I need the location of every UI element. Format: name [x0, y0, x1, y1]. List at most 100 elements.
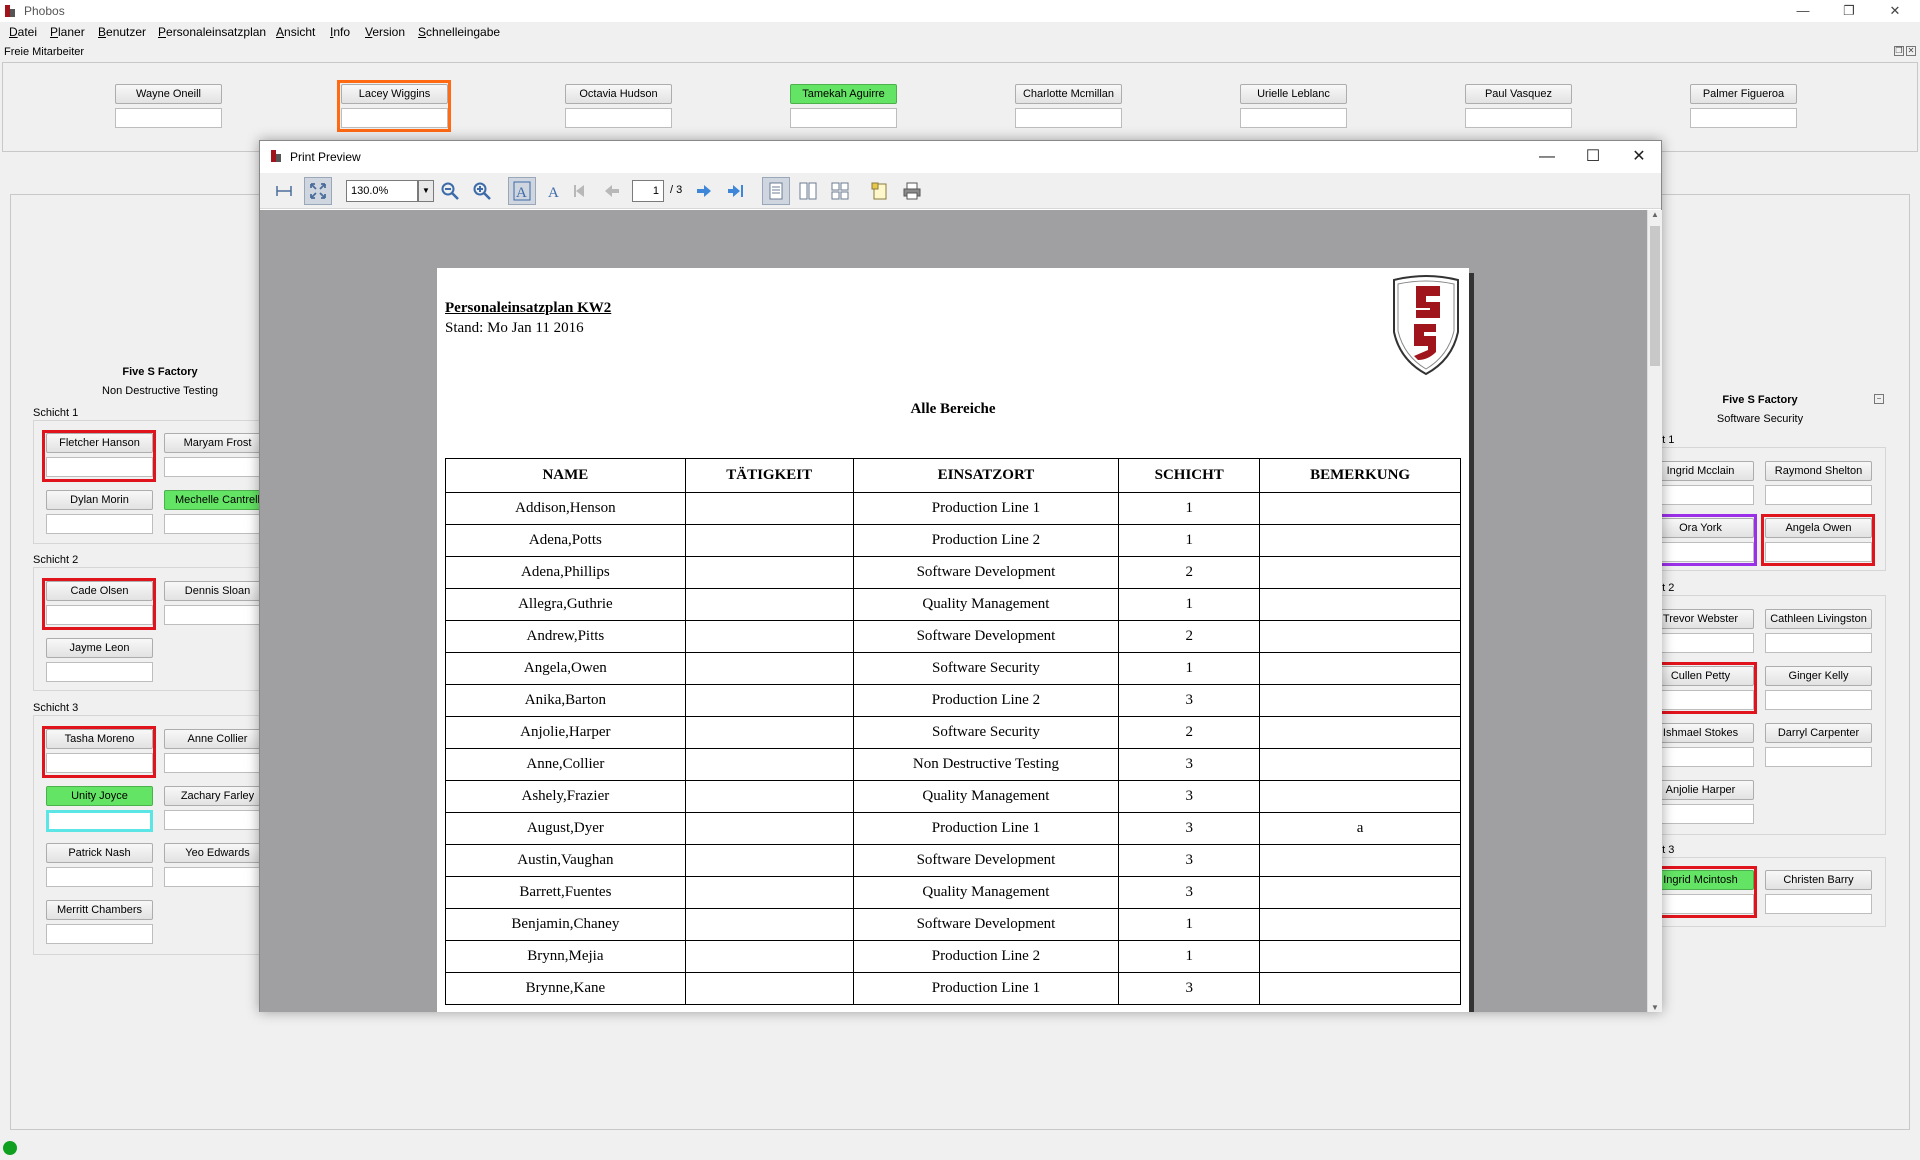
employee-field[interactable]: [46, 867, 153, 887]
employee-button[interactable]: Darryl Carpenter: [1765, 723, 1872, 743]
close-button[interactable]: ✕: [1619, 145, 1659, 169]
employee-field[interactable]: [1690, 108, 1797, 128]
employee-button[interactable]: Trevor Webster: [1647, 609, 1754, 629]
menu-datei[interactable]: Datei: [9, 25, 37, 39]
page-setup-button[interactable]: [866, 177, 894, 205]
employee-button[interactable]: Merritt Chambers: [46, 900, 153, 920]
scroll-up-icon[interactable]: ▲: [1651, 210, 1659, 219]
employee-field[interactable]: [341, 108, 448, 128]
print-button[interactable]: [898, 177, 926, 205]
scrollbar-thumb[interactable]: [1650, 226, 1660, 366]
employee-button[interactable]: Ora York: [1647, 518, 1754, 538]
menu-benutzer[interactable]: Benutzer: [98, 25, 146, 39]
employee-field[interactable]: [1647, 894, 1754, 914]
employee-field[interactable]: [565, 108, 672, 128]
employee-button[interactable]: Anne Collier: [164, 729, 271, 749]
employee-button[interactable]: Raymond Shelton: [1765, 461, 1872, 481]
employee-button[interactable]: Yeo Edwards: [164, 843, 271, 863]
overview-pages-button[interactable]: [826, 177, 854, 205]
employee-button[interactable]: Charlotte Mcmillan: [1015, 84, 1122, 104]
close-button[interactable]: ✕: [1872, 0, 1918, 22]
employee-field[interactable]: [46, 514, 153, 534]
zoom-in-button[interactable]: [468, 177, 496, 205]
zoom-out-button[interactable]: [436, 177, 464, 205]
employee-field[interactable]: [46, 605, 153, 625]
previous-page-button[interactable]: [598, 177, 626, 205]
employee-button[interactable]: Dennis Sloan: [164, 581, 271, 601]
portrait-button[interactable]: A: [508, 177, 536, 205]
menu-info[interactable]: Info: [330, 25, 350, 39]
employee-field[interactable]: [1647, 542, 1754, 562]
next-page-button[interactable]: [690, 177, 718, 205]
employee-button[interactable]: Patrick Nash: [46, 843, 153, 863]
close-panel-icon[interactable]: ✕: [1906, 46, 1916, 56]
restore-button[interactable]: ❐: [1826, 0, 1872, 22]
employee-field[interactable]: [1765, 542, 1872, 562]
employee-field[interactable]: [164, 867, 271, 887]
employee-button[interactable]: Ingrid Mcintosh: [1647, 870, 1754, 890]
employee-button[interactable]: Ishmael Stokes: [1647, 723, 1754, 743]
employee-field[interactable]: [164, 457, 271, 477]
float-panel-icon[interactable]: ❐: [1894, 46, 1904, 56]
employee-button[interactable]: Lacey Wiggins: [341, 84, 448, 104]
employee-button[interactable]: Fletcher Hanson: [46, 433, 153, 453]
employee-button[interactable]: Cullen Petty: [1647, 666, 1754, 686]
menu-ansicht[interactable]: Ansicht: [276, 25, 315, 39]
facing-pages-button[interactable]: [794, 177, 822, 205]
employee-field[interactable]: [1765, 894, 1872, 914]
zoom-input[interactable]: 130.0%: [346, 180, 418, 202]
employee-button[interactable]: Ingrid Mcclain: [1647, 461, 1754, 481]
employee-field[interactable]: [164, 605, 271, 625]
employee-field[interactable]: [164, 514, 271, 534]
employee-button[interactable]: Maryam Frost: [164, 433, 271, 453]
employee-button[interactable]: Jayme Leon: [46, 638, 153, 658]
employee-field[interactable]: [1765, 633, 1872, 653]
employee-button[interactable]: Unity Joyce: [46, 786, 153, 806]
employee-field[interactable]: [1647, 747, 1754, 767]
employee-field[interactable]: [1647, 690, 1754, 710]
maximize-button[interactable]: ☐: [1573, 145, 1613, 169]
employee-button[interactable]: Anjolie Harper: [1647, 780, 1754, 800]
employee-button[interactable]: Paul Vasquez: [1465, 84, 1572, 104]
menu-schnelleingabe[interactable]: Schnelleingabe: [418, 25, 500, 39]
employee-field[interactable]: [1765, 690, 1872, 710]
employee-button[interactable]: Tasha Moreno: [46, 729, 153, 749]
vertical-scrollbar[interactable]: ▲ ▼: [1647, 210, 1662, 1012]
employee-button[interactable]: Cathleen Livingston: [1765, 609, 1872, 629]
menu-personaleinsatzplan[interactable]: Personaleinsatzplan: [158, 25, 266, 39]
employee-field[interactable]: [1240, 108, 1347, 128]
employee-button[interactable]: Ginger Kelly: [1765, 666, 1872, 686]
employee-button[interactable]: Cade Olsen: [46, 581, 153, 601]
landscape-button[interactable]: A: [540, 177, 568, 205]
employee-field[interactable]: [164, 810, 271, 830]
minimize-button[interactable]: —: [1527, 145, 1567, 169]
single-page-button[interactable]: [762, 177, 790, 205]
employee-field[interactable]: [1647, 633, 1754, 653]
employee-field[interactable]: [1015, 108, 1122, 128]
employee-button[interactable]: Dylan Morin: [46, 490, 153, 510]
employee-field[interactable]: [115, 108, 222, 128]
fit-page-button[interactable]: [304, 177, 332, 205]
scroll-down-icon[interactable]: ▼: [1651, 1003, 1659, 1012]
menu-version[interactable]: Version: [365, 25, 405, 39]
employee-field[interactable]: [790, 108, 897, 128]
page-number-input[interactable]: 1: [632, 180, 664, 202]
employee-field[interactable]: [1765, 485, 1872, 505]
collapse-icon[interactable]: −: [1874, 394, 1884, 404]
preview-canvas[interactable]: Personaleinsatzplan KW2 Stand: Mo Jan 11…: [260, 210, 1647, 1012]
employee-button[interactable]: Octavia Hudson: [565, 84, 672, 104]
employee-field[interactable]: [46, 662, 153, 682]
employee-field[interactable]: [1765, 747, 1872, 767]
employee-button[interactable]: Angela Owen: [1765, 518, 1872, 538]
employee-button[interactable]: Urielle Leblanc: [1240, 84, 1347, 104]
zoom-dropdown[interactable]: ▼: [418, 180, 434, 202]
employee-field[interactable]: [46, 753, 153, 773]
fit-width-button[interactable]: [270, 177, 298, 205]
employee-button[interactable]: Tamekah Aguirre: [790, 84, 897, 104]
employee-field[interactable]: [1647, 485, 1754, 505]
employee-field[interactable]: [1647, 804, 1754, 824]
employee-button[interactable]: Christen Barry: [1765, 870, 1872, 890]
last-page-button[interactable]: [722, 177, 750, 205]
employee-button[interactable]: Mechelle Cantrell: [164, 490, 271, 510]
employee-field[interactable]: [164, 753, 271, 773]
